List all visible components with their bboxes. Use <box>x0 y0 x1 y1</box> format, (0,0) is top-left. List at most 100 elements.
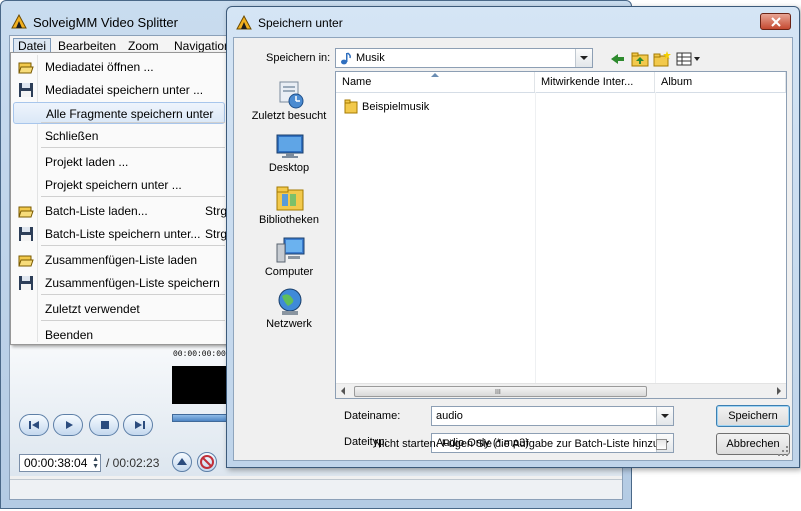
column-label: Album <box>661 76 693 88</box>
place-desktop[interactable]: Desktop <box>246 130 332 180</box>
column-divider <box>655 92 656 386</box>
filename-label: Dateiname: <box>344 410 401 422</box>
save-in-combo[interactable]: Musik <box>335 48 593 68</box>
menu-item[interactable]: Batch-Liste laden... Strg <box>13 200 228 222</box>
cut-button[interactable] <box>197 452 217 472</box>
scroll-grip: III <box>495 389 501 396</box>
video-preview <box>172 366 230 404</box>
file-name: Beispielmusik <box>362 101 430 113</box>
place-label: Zuletzt besucht <box>251 110 327 122</box>
place-label: Netzwerk <box>266 318 312 330</box>
place-libraries[interactable]: Bibliotheken <box>246 182 332 232</box>
column-header-artists[interactable]: Mitwirkende Inter... <box>535 72 655 92</box>
menu-item-label: Beenden <box>45 328 94 342</box>
filename-input[interactable]: audio <box>431 406 674 426</box>
chevron-down-icon <box>580 56 588 60</box>
place-recent[interactable]: Zuletzt besucht <box>246 78 332 128</box>
batch-checkbox-label: Nicht starten. Fügen Sie die Aufgabe zur… <box>374 438 662 450</box>
menu-item-label: Zusammenfügen-Liste laden <box>45 253 198 267</box>
horizontal-scrollbar[interactable]: III <box>336 383 786 398</box>
status-bar <box>10 479 622 499</box>
filename-dropdown-arrow[interactable] <box>656 407 673 425</box>
save-button[interactable]: Speichern <box>716 405 790 427</box>
solveigmm-logo-icon <box>11 13 27 29</box>
scroll-right-icon[interactable] <box>777 387 781 395</box>
computer-icon <box>276 237 305 263</box>
view-menu-icon[interactable] <box>676 51 702 67</box>
menu-item-label: Schließen <box>45 129 99 143</box>
stop-icon <box>101 421 109 429</box>
column-header-name[interactable]: Name <box>336 72 535 92</box>
menu-item-label: Projekt speichern unter ... <box>45 178 182 192</box>
menu-item-label: Mediadatei speichern unter ... <box>45 83 204 97</box>
header-divider <box>336 92 786 93</box>
close-button[interactable] <box>760 13 791 30</box>
back-arrow-icon[interactable] <box>609 51 627 67</box>
menu-item[interactable]: Alle Fragmente speichern unter ... <box>13 102 225 143</box>
menu-item-label: Zuletzt verwendet <box>45 302 140 316</box>
new-folder-icon[interactable] <box>653 51 671 67</box>
time-spinner-icon[interactable]: ▲ ▼ <box>92 456 99 470</box>
arrow-up-icon <box>177 458 187 465</box>
sort-ascending-icon <box>431 73 439 77</box>
places-bar: Zuletzt besucht Desktop Bibliotheken Com… <box>246 78 332 368</box>
menu-item[interactable]: Projekt speichern unter ... <box>13 174 225 196</box>
menu-item[interactable]: Projekt laden ... <box>13 151 225 173</box>
next-frame-button[interactable] <box>123 414 153 436</box>
menu-separator <box>41 294 225 295</box>
stop-button[interactable] <box>89 414 119 436</box>
place-computer[interactable]: Computer <box>246 234 332 284</box>
menu-item[interactable]: Zusammenfügen-Liste speichern <box>13 272 225 294</box>
menu-item[interactable]: Mediadatei öffnen ... <box>13 56 225 78</box>
menu-separator <box>41 196 225 197</box>
dialog-title: Speichern unter <box>258 16 343 30</box>
menu-item[interactable]: Batch-Liste speichern unter... Strg <box>13 223 228 245</box>
menu-item-label: Zusammenfügen-Liste speichern <box>45 276 220 290</box>
place-label: Computer <box>264 266 314 278</box>
file-list[interactable]: Name Mitwirkende Inter... Album Beispiel… <box>335 71 787 399</box>
step-forward-icon <box>135 421 145 429</box>
scroll-thumb[interactable]: III <box>354 386 647 397</box>
timeline-ruler: 00:00:00:00 <box>173 350 226 359</box>
menu-item-shortcut: Strg <box>205 227 228 241</box>
menu-item[interactable]: Mediadatei speichern unter ... <box>13 79 225 101</box>
resize-grip-icon[interactable] <box>777 445 789 457</box>
position-slider[interactable] <box>172 414 230 422</box>
scroll-left-icon[interactable] <box>341 387 345 395</box>
recent-places-icon <box>279 81 304 109</box>
place-network[interactable]: Netzwerk <box>246 286 332 336</box>
column-label: Name <box>342 76 372 88</box>
chevron-down-icon <box>661 414 669 418</box>
batch-checkbox[interactable] <box>656 439 667 450</box>
prev-frame-button[interactable] <box>19 414 49 436</box>
save-as-dialog: Speichern unter Speichern in: Musik Zule… <box>226 6 800 468</box>
folder-up-icon[interactable] <box>631 51 649 67</box>
menu-item[interactable]: Zusammenfügen-Liste laden <box>13 249 225 271</box>
open-folder-icon <box>18 59 34 75</box>
current-time-value: 00:00:38:04 <box>24 456 88 470</box>
filename-value: audio <box>436 410 463 422</box>
menu-item-label: Batch-Liste laden... <box>45 204 148 218</box>
libraries-icon <box>276 186 304 211</box>
column-divider <box>535 92 536 386</box>
column-header-album[interactable]: Album <box>655 72 786 92</box>
step-back-icon <box>29 421 39 429</box>
menu-item[interactable]: Zuletzt verwendet <box>13 298 225 320</box>
app-title: SolveigMM Video Splitter <box>33 15 178 30</box>
menu-item-label: Batch-Liste speichern unter... <box>45 227 201 241</box>
dialog-body: Speichern in: Musik Zuletzt besucht Desk… <box>233 37 793 461</box>
menu-separator <box>41 245 225 246</box>
menu-item[interactable]: Schließen <box>13 125 225 147</box>
open-folder-icon <box>18 203 34 219</box>
marker-up-button[interactable] <box>172 452 192 472</box>
save-in-label: Speichern in: <box>266 52 331 64</box>
play-button[interactable] <box>53 414 83 436</box>
close-icon <box>771 17 781 27</box>
menu-item[interactable]: Beenden <box>13 324 225 346</box>
current-time-field[interactable]: 00:00:38:04 ▲ ▼ <box>19 454 101 472</box>
save-in-dropdown-arrow[interactable] <box>575 49 592 67</box>
folder-icon <box>344 99 358 114</box>
menu-item-shortcut: Strg <box>205 204 228 218</box>
floppy-disk-icon <box>18 226 34 242</box>
column-label: Mitwirkende Inter... <box>541 76 634 88</box>
